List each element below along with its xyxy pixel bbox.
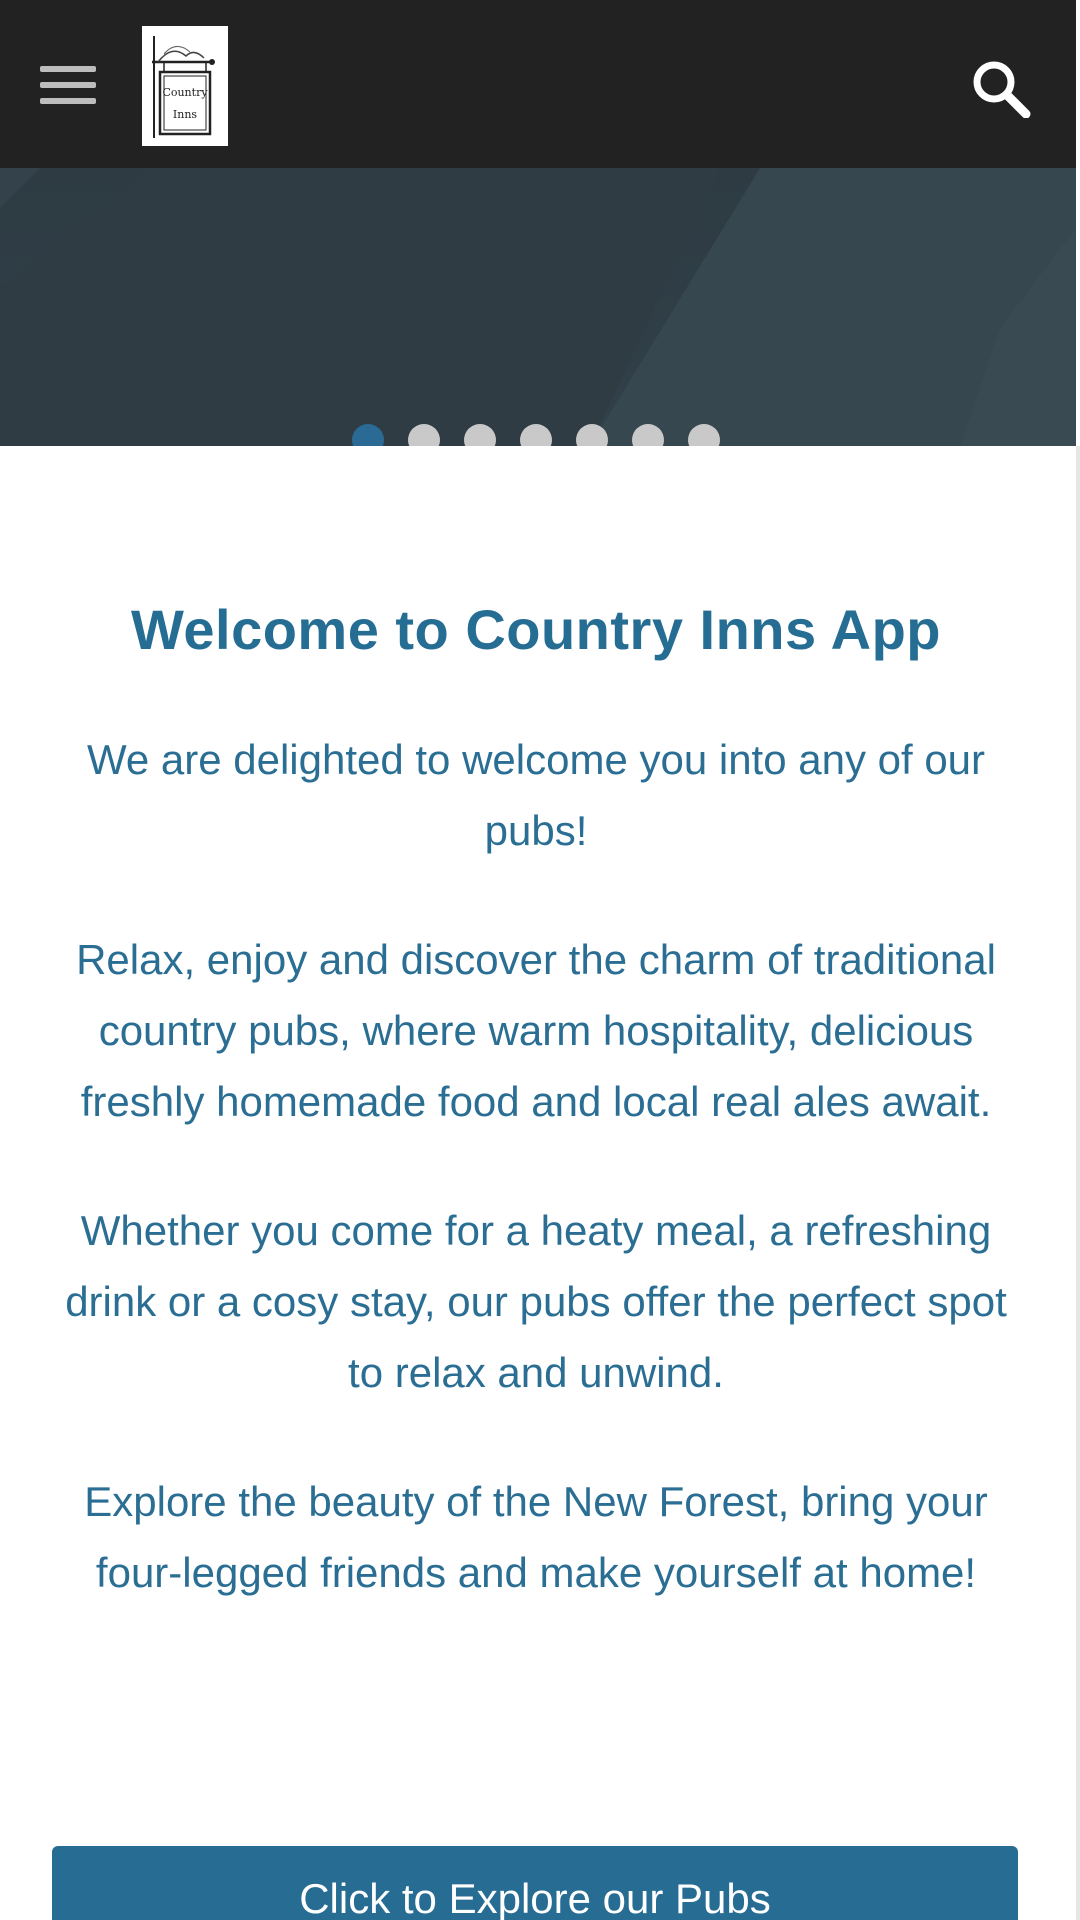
- carousel-dot-2[interactable]: [408, 424, 440, 446]
- image-carousel[interactable]: [0, 168, 1076, 446]
- top-app-bar: Country Inns: [0, 0, 1076, 168]
- carousel-indicators: [352, 424, 720, 446]
- carousel-dot-4[interactable]: [520, 424, 552, 446]
- welcome-paragraph: We are delighted to welcome you into any…: [86, 736, 986, 854]
- menu-line: [40, 98, 96, 104]
- charm-paragraph: Relax, enjoy and discover the charm of t…: [76, 936, 996, 1125]
- carousel-dot-5[interactable]: [576, 424, 608, 446]
- explore-paragraph: Explore the beauty of the New Forest, br…: [84, 1478, 988, 1596]
- search-icon[interactable]: [970, 58, 1034, 119]
- country-inns-logo[interactable]: Country Inns: [142, 26, 228, 146]
- page-title: Welcome to Country Inns App: [131, 598, 941, 661]
- welcome-section: Welcome to Country Inns App We are delig…: [60, 590, 1012, 1608]
- carousel-dot-6[interactable]: [632, 424, 664, 446]
- carousel-dot-3[interactable]: [464, 424, 496, 446]
- app-screen: Country Inns Welcome to Country Inns App…: [0, 0, 1080, 1920]
- svg-text:Inns: Inns: [173, 108, 198, 121]
- menu-line: [40, 82, 96, 88]
- logo-text: Country: [162, 86, 208, 99]
- hamburger-menu-icon[interactable]: [34, 60, 102, 112]
- visit-paragraph: Whether you come for a heaty meal, a ref…: [65, 1207, 1007, 1396]
- carousel-dot-1[interactable]: [352, 424, 384, 446]
- carousel-background: [0, 168, 1076, 446]
- carousel-dot-7[interactable]: [688, 424, 720, 446]
- menu-line: [40, 66, 96, 72]
- explore-pubs-button[interactable]: Click to Explore our Pubs: [52, 1846, 1018, 1920]
- scrollbar[interactable]: [1076, 446, 1080, 1920]
